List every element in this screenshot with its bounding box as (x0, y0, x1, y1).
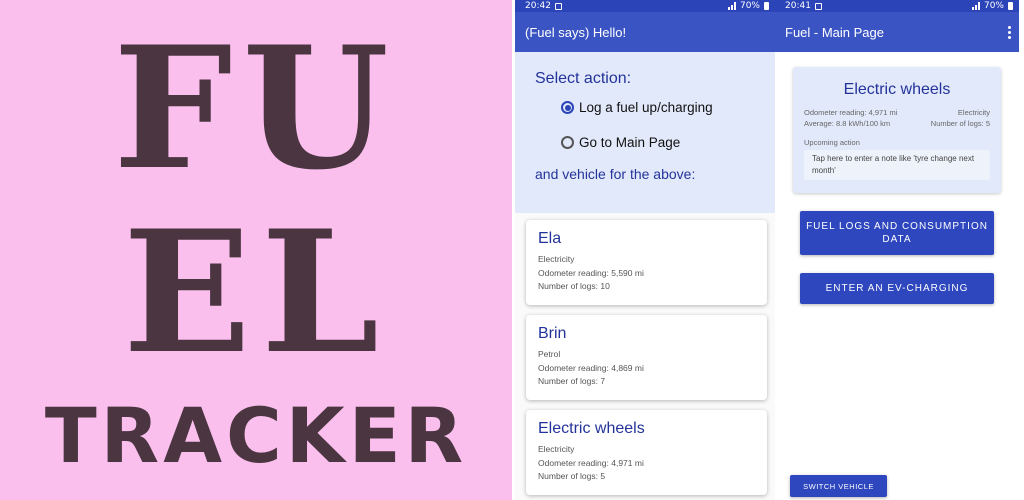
logo-text-el: EL (122, 193, 390, 391)
gallery-notification-icon (554, 2, 562, 10)
summary-vehicle-name: Electric wheels (843, 81, 951, 98)
summary-log-count: Number of logs: 5 (930, 119, 990, 128)
vehicle-fuel-type: Petrol (538, 349, 561, 359)
logo-text-tracker: TRACKER (44, 391, 468, 480)
signal-icon (727, 2, 736, 10)
option-log-fuel[interactable]: Log a fuel up/charging (561, 100, 775, 115)
vehicle-summary-card: Electric wheels Odometer reading: 4,971 … (793, 67, 1001, 193)
summary-fuel-type: Electricity (957, 108, 990, 117)
signal-icon (971, 2, 980, 10)
summary-average: Average: 8.8 kWh/100 km (804, 119, 891, 128)
vehicle-name: Brin (538, 325, 567, 342)
vehicle-name: Electric wheels (538, 420, 645, 437)
battery-percent: 70% (739, 1, 760, 11)
vehicle-odometer: Odometer reading: 4,869 mi (538, 362, 644, 373)
phone-screen-hello: 20:42 70% (Fuel says) Hello! Select acti… (515, 0, 775, 500)
battery-icon (1008, 2, 1013, 10)
option-main-page[interactable]: Go to Main Page (561, 135, 775, 150)
status-bar: 20:41 70% (775, 0, 1019, 12)
app-title: (Fuel says) Hello! (525, 24, 627, 40)
gallery-notification-icon (814, 2, 822, 10)
upcoming-action-label: Upcoming action (804, 138, 860, 147)
vehicle-fuel-type: Electricity (538, 254, 575, 264)
select-action-label: Select action: (535, 70, 632, 87)
vehicle-odometer: Odometer reading: 4,971 mi (538, 457, 644, 468)
overflow-menu-icon[interactable] (1008, 25, 1011, 39)
vehicle-log-count: Number of logs: 5 (538, 471, 606, 481)
vehicle-log-count: Number of logs: 7 (538, 376, 606, 386)
switch-vehicle-button[interactable]: SWITCH VEHICLE (790, 475, 887, 497)
upcoming-note-field[interactable]: Tap here to enter a note like 'tyre chan… (804, 150, 990, 180)
app-title: Fuel - Main Page (785, 24, 884, 40)
summary-odometer: Odometer reading: 4,971 mi (804, 108, 898, 117)
vehicle-name: Ela (538, 230, 562, 247)
logo-text-fu: FU (113, 9, 399, 207)
fuel-logs-button[interactable]: FUEL LOGS AND CONSUMPTION DATA (800, 211, 994, 255)
radio-unselected-icon[interactable] (561, 136, 574, 149)
vehicle-log-count: Number of logs: 10 (538, 281, 610, 291)
select-action-panel: Select action: Log a fuel up/charging Go… (515, 52, 775, 213)
vehicle-card-ela[interactable]: Ela Electricity Odometer reading: 5,590 … (526, 220, 767, 305)
status-time: 20:41 (785, 1, 811, 11)
vehicle-odometer: Odometer reading: 5,590 mi (538, 267, 644, 278)
radio-selected-icon[interactable] (561, 101, 574, 114)
enter-ev-charging-button[interactable]: ENTER AN EV-CHARGING (800, 273, 994, 304)
phone-screen-main: 20:41 70% Fuel - Main Page Electric whee… (775, 0, 1019, 500)
app-bar: Fuel - Main Page (775, 12, 1019, 52)
promo-panel: FU EL TRACKER (0, 0, 512, 500)
vehicle-card-electric-wheels[interactable]: Electric wheels Electricity Odometer rea… (526, 410, 767, 495)
battery-percent: 70% (983, 1, 1004, 11)
app-bar: (Fuel says) Hello! (515, 12, 775, 52)
battery-icon (764, 2, 769, 10)
status-bar: 20:42 70% (515, 0, 775, 12)
vehicle-prompt: and vehicle for the above: (535, 166, 696, 182)
option-label: Log a fuel up/charging (579, 100, 713, 115)
option-label: Go to Main Page (579, 135, 681, 150)
vehicle-fuel-type: Electricity (538, 444, 575, 454)
status-time: 20:42 (525, 1, 551, 11)
vehicle-card-brin[interactable]: Brin Petrol Odometer reading: 4,869 mi N… (526, 315, 767, 400)
